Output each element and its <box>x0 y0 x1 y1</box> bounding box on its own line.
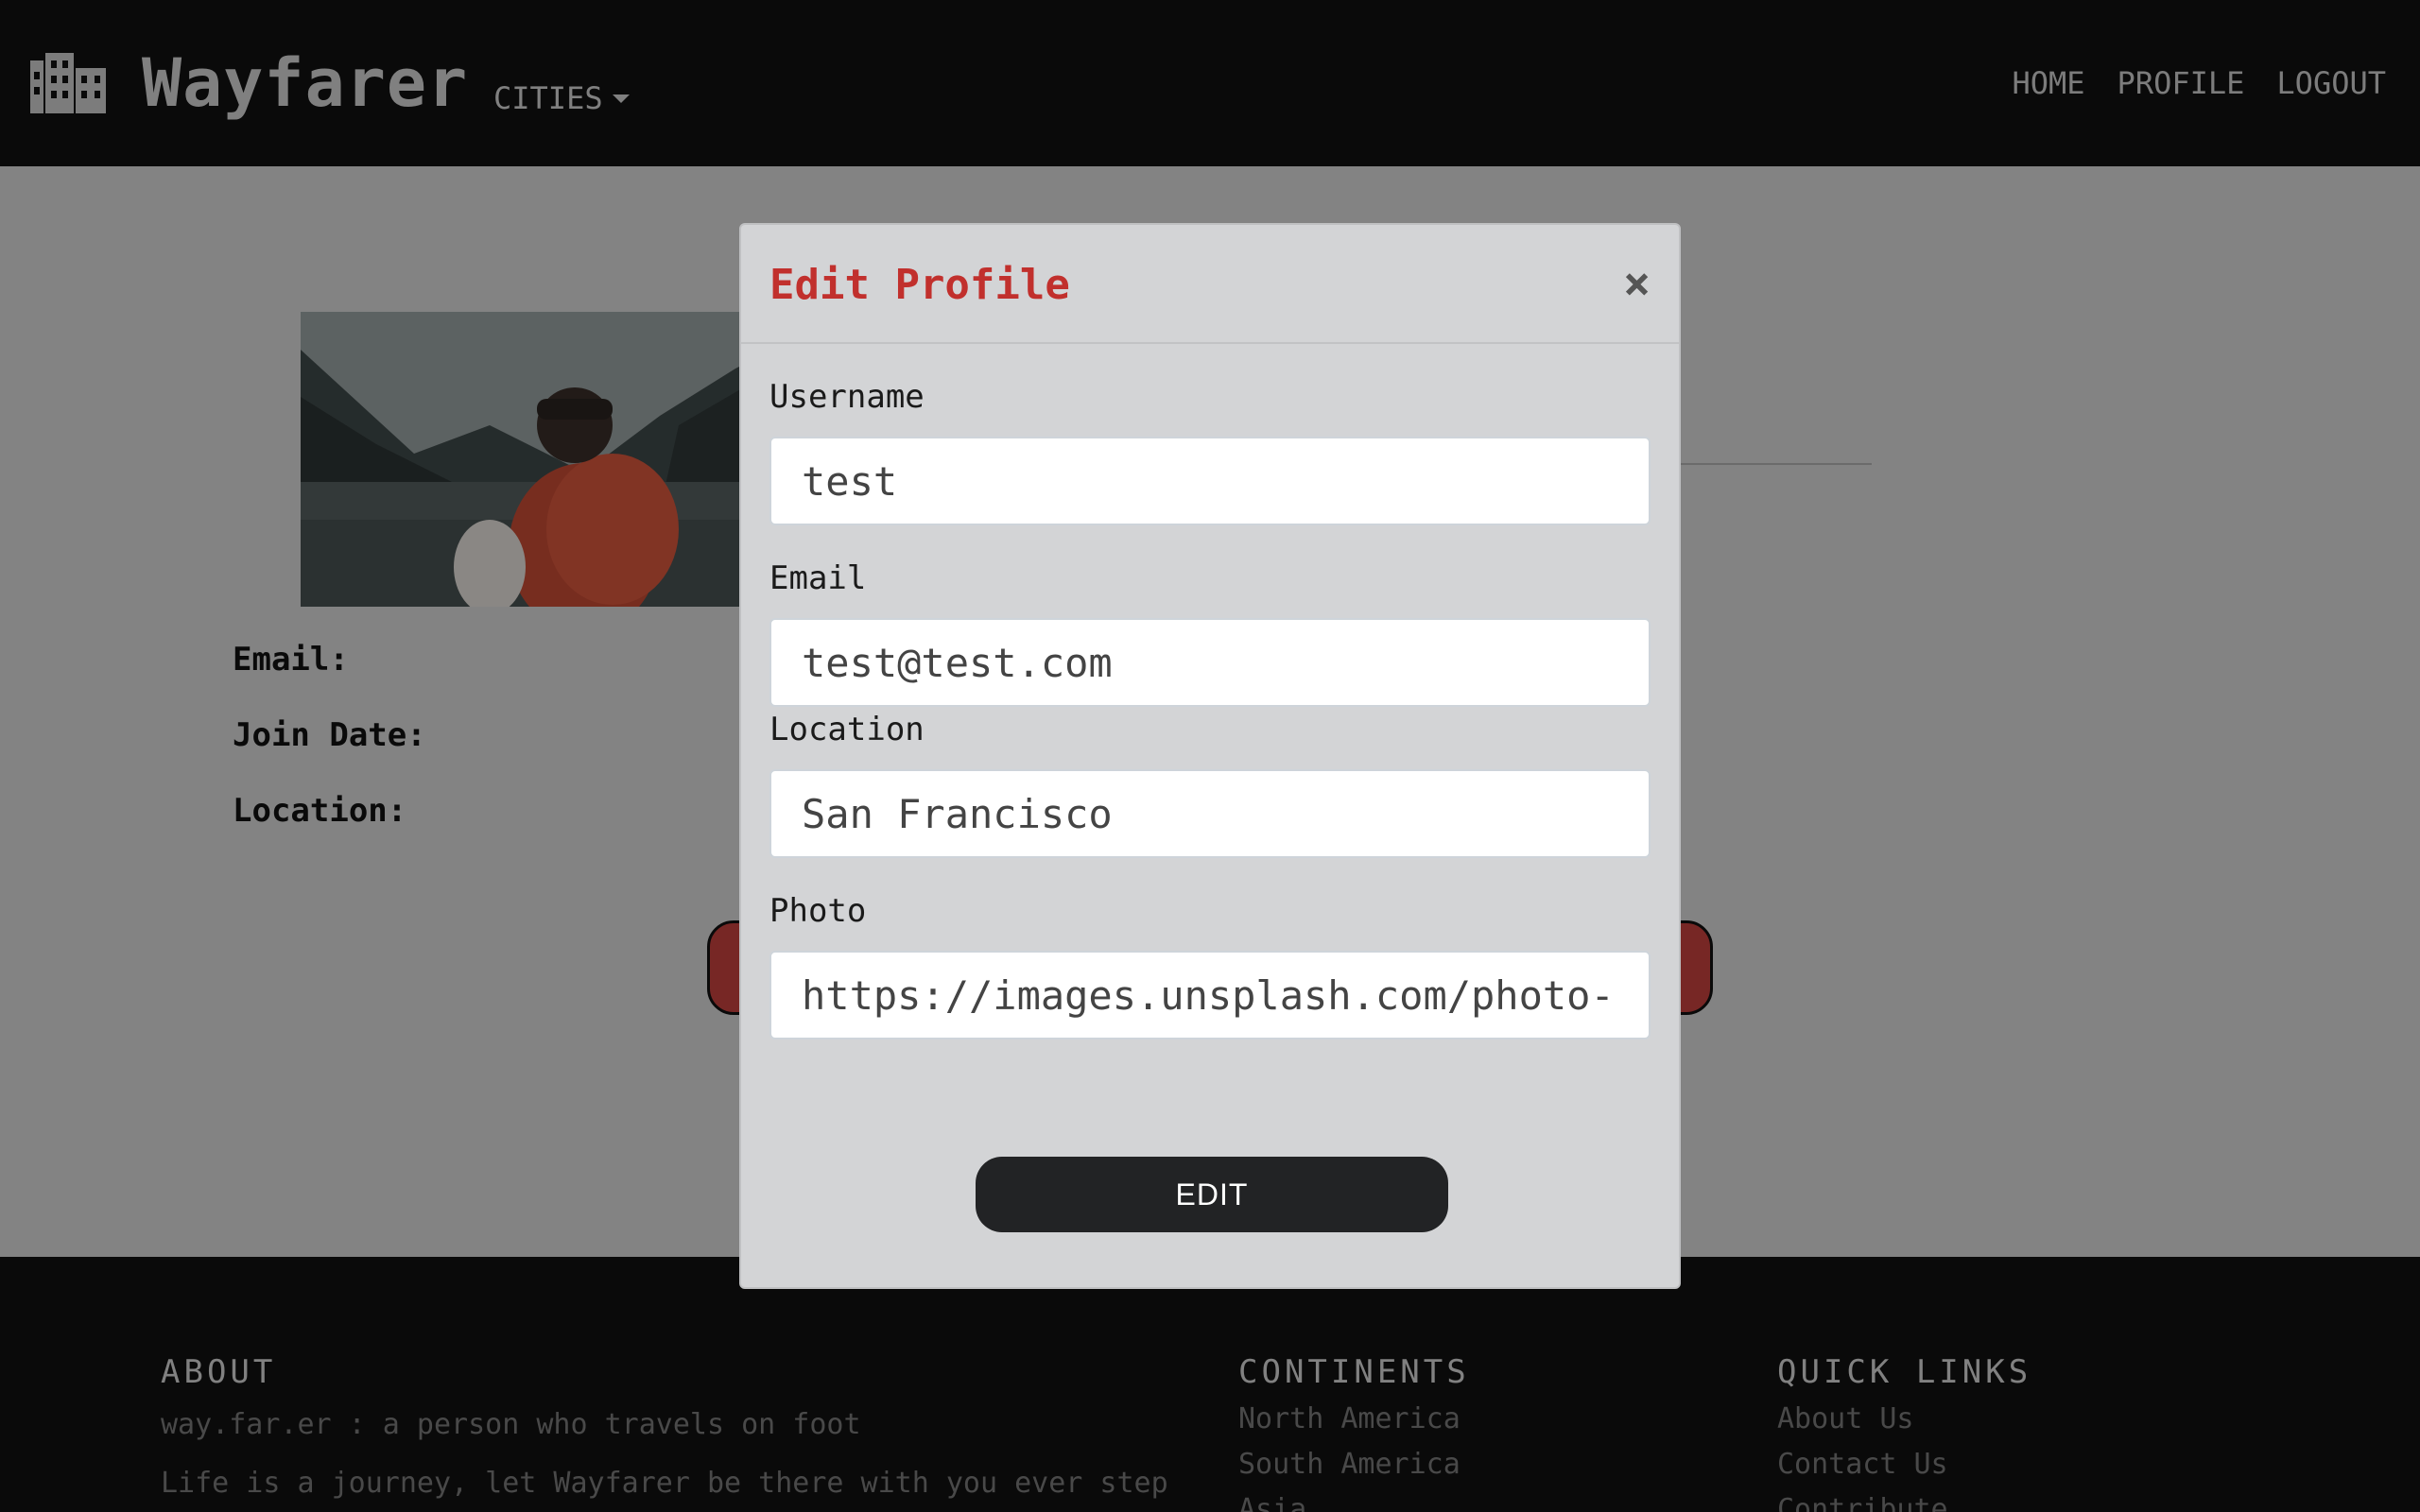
email-field-label: Email <box>769 559 867 597</box>
username-input[interactable] <box>769 437 1651 525</box>
username-label: Username <box>769 378 925 416</box>
photo-url-input[interactable] <box>769 951 1651 1040</box>
location-input[interactable] <box>769 769 1651 858</box>
edit-submit-button[interactable]: EDIT <box>976 1157 1448 1232</box>
edit-profile-modal: Edit Profile × Username Email Location P… <box>739 223 1681 1289</box>
modal-header: Edit Profile × <box>741 225 1679 344</box>
email-input[interactable] <box>769 618 1651 707</box>
modal-title: Edit Profile <box>769 261 1070 309</box>
location-field-label: Location <box>769 711 925 748</box>
close-icon[interactable]: × <box>1623 261 1651 306</box>
photo-label: Photo <box>769 892 867 930</box>
